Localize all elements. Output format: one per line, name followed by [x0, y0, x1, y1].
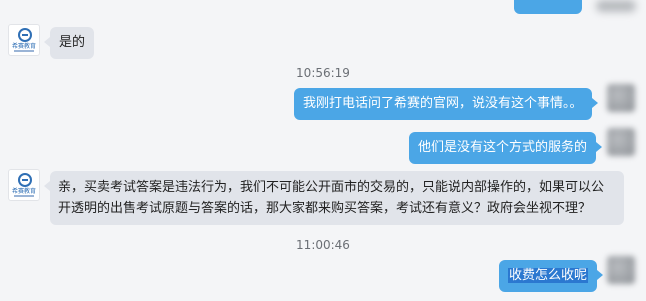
blurred-avatar-top: [596, 0, 636, 12]
agent-avatar-subline: [14, 50, 34, 52]
message-bubble-incoming[interactable]: 亲，买卖考试答案是违法行为，我们不可能公开面市的交易的，只能说内部操作的，如果可…: [44, 171, 624, 225]
timestamp: 10:56:19: [296, 66, 350, 80]
message-bubble-incoming[interactable]: 是的: [43, 27, 95, 59]
message-text: 他们是没有这个方式的服务的: [418, 140, 588, 155]
agent-avatar-brand: 希赛教育: [11, 188, 36, 195]
message-bubble-outgoing[interactable]: 我刚打电话问了希赛的官网，说没有这个事情。。: [294, 88, 598, 120]
message-bubble-outgoing[interactable]: 他们是没有这个方式的服务的: [409, 132, 603, 164]
user-avatar[interactable]: [607, 256, 635, 284]
agent-avatar-brand: 希赛教育: [11, 43, 36, 50]
message-text: 亲，买卖考试答案是违法行为，我们不可能公开面市的交易的，只能说内部操作的，如果可…: [58, 180, 605, 216]
timestamp: 11:00:46: [296, 238, 350, 252]
user-avatar[interactable]: [607, 84, 635, 112]
message-text-selected: 收费怎么收呢: [508, 268, 589, 283]
agent-avatar[interactable]: 希赛教育: [8, 169, 40, 201]
xisai-logo-icon: [18, 28, 32, 42]
message-text: 我刚打电话问了希赛的官网，说没有这个事情。。: [303, 96, 583, 111]
message-text: 是的: [59, 35, 86, 50]
message-bubble-outgoing[interactable]: 收费怎么收呢: [499, 260, 604, 292]
xisai-logo-icon: [18, 173, 32, 187]
user-avatar[interactable]: [607, 128, 635, 156]
agent-avatar[interactable]: 希赛教育: [8, 24, 40, 56]
previous-message-bubble-edge: [514, 0, 582, 14]
agent-avatar-subline: [14, 195, 34, 197]
